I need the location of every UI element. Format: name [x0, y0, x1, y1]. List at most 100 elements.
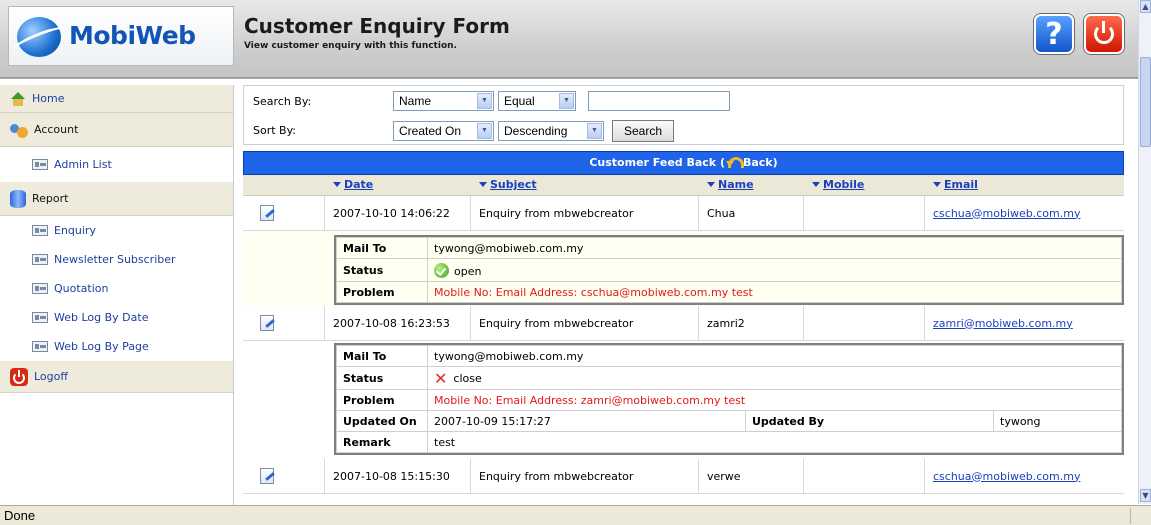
page-title: Customer Enquiry Form: [244, 14, 510, 38]
globe-icon: [17, 17, 61, 57]
results-table: Customer Feed Back ( Back) Date Subject N…: [243, 151, 1124, 494]
record-detail: Mail To tywong@mobiweb.com.my Status ✕ clos…: [243, 341, 1124, 459]
email-link[interactable]: cschua@mobiweb.com.my: [925, 196, 1124, 230]
results-banner-title: Customer Feed Back (: [589, 156, 725, 169]
app-header: MobiWeb Customer Enquiry Form View custo…: [0, 0, 1138, 78]
detail-label: Status: [336, 258, 428, 282]
date-cell: 2007-10-08 16:23:53: [325, 306, 471, 340]
subject-cell: Enquiry from mbwebcreator: [471, 196, 699, 230]
status-value: open: [454, 264, 482, 278]
email-link[interactable]: cschua@mobiweb.com.my: [925, 459, 1124, 493]
email-link[interactable]: zamri@mobiweb.com.my: [925, 306, 1124, 340]
chevron-down-icon[interactable]: ▼: [559, 93, 574, 109]
search-field-select[interactable]: Name ▼: [393, 91, 494, 111]
sidebar-item-report[interactable]: Report: [0, 182, 233, 216]
edit-cell[interactable]: [243, 196, 325, 230]
remark-value: test: [427, 431, 1122, 453]
status-divider: [1130, 508, 1131, 524]
sidebar: Home Account Admin List Report Enquiry N…: [0, 85, 234, 506]
sidebar-item-logoff[interactable]: Logoff: [0, 361, 233, 393]
table-row: 2007-10-08 16:23:53 Enquiry from mbwebcr…: [243, 306, 1124, 341]
search-button[interactable]: Search: [612, 120, 674, 142]
sidebar-item-web-log-by-page[interactable]: Web Log By Page: [0, 332, 233, 361]
sort-desc-icon: [479, 182, 487, 187]
detail-label: Updated On: [336, 410, 428, 432]
edit-document-icon[interactable]: [260, 205, 274, 221]
name-cell: zamri2: [699, 306, 804, 340]
list-icon: [32, 159, 48, 170]
edit-cell[interactable]: [243, 306, 325, 340]
mail-to-value: tywong@mobiweb.com.my: [427, 237, 1122, 259]
chevron-down-icon[interactable]: ▼: [477, 123, 492, 139]
database-icon: [10, 189, 26, 208]
chevron-down-icon[interactable]: ▼: [477, 93, 492, 109]
sidebar-item-web-log-by-date[interactable]: Web Log By Date: [0, 303, 233, 332]
status-value: close: [453, 371, 482, 385]
scrollbar-thumb[interactable]: [1140, 57, 1151, 147]
chevron-down-icon[interactable]: ▼: [587, 123, 602, 139]
sort-desc-icon: [933, 182, 941, 187]
back-link[interactable]: Back): [743, 156, 778, 169]
edit-document-icon[interactable]: [260, 315, 274, 331]
date-cell: 2007-10-08 15:15:30: [325, 459, 471, 493]
logout-button[interactable]: [1084, 14, 1124, 54]
column-header-email[interactable]: Email: [925, 175, 1124, 195]
mobiweb-logo[interactable]: MobiWeb: [8, 6, 234, 66]
sort-by-label: Sort By:: [253, 124, 297, 137]
column-header-subject[interactable]: Subject: [471, 175, 699, 195]
column-header-label: Name: [718, 178, 754, 191]
home-icon: [10, 91, 26, 106]
page-subtitle: View customer enquiry with this function…: [244, 41, 457, 51]
power-icon: [10, 367, 28, 386]
detail-label: Mail To: [336, 237, 428, 259]
updated-on-value: 2007-10-09 15:17:27: [427, 410, 746, 432]
search-keyword-input[interactable]: [588, 91, 730, 111]
check-icon: [434, 262, 449, 278]
column-header-label: Subject: [490, 178, 537, 191]
sort-desc-icon: [333, 182, 341, 187]
sort-field-value: Created On: [399, 124, 462, 138]
sidebar-item-label: Report: [32, 192, 69, 205]
subject-cell: Enquiry from mbwebcreator: [471, 306, 699, 340]
sort-field-select[interactable]: Created On ▼: [393, 121, 494, 141]
help-button[interactable]: ?: [1034, 14, 1074, 54]
scroll-down-icon[interactable]: ▼: [1140, 489, 1151, 502]
header-divider: [0, 78, 1138, 83]
column-header-label: Email: [944, 178, 978, 191]
sidebar-item-account[interactable]: Account: [0, 113, 233, 147]
main-content: Search By: Name ▼ Equal ▼ Sort By: Creat…: [243, 85, 1126, 506]
sidebar-item-label: Logoff: [34, 370, 68, 383]
search-field-value: Name: [399, 94, 432, 108]
detail-label: Status: [336, 366, 428, 390]
close-x-icon: ✕: [434, 368, 448, 388]
edit-document-icon[interactable]: [260, 468, 274, 484]
list-icon: [32, 283, 48, 294]
sidebar-item-admin-list[interactable]: Admin List: [0, 147, 233, 182]
detail-label: Problem: [336, 389, 428, 411]
column-header-label: Date: [344, 178, 374, 191]
column-header-label: Mobile: [823, 178, 865, 191]
mobile-cell: [804, 306, 925, 340]
column-header-date[interactable]: Date: [325, 175, 471, 195]
list-icon: [32, 341, 48, 352]
back-arrow-icon[interactable]: [725, 155, 744, 168]
column-header-mobile[interactable]: Mobile: [804, 175, 925, 195]
sidebar-item-label: Account: [34, 123, 79, 136]
sidebar-item-enquiry[interactable]: Enquiry: [0, 216, 233, 245]
column-header-name[interactable]: Name: [699, 175, 804, 195]
logo-text: MobiWeb: [69, 21, 196, 50]
column-header-row: Date Subject Name Mobile Email: [243, 175, 1124, 196]
updated-by-value: tywong: [993, 410, 1122, 432]
sidebar-item-newsletter-subscriber[interactable]: Newsletter Subscriber: [0, 245, 233, 274]
sort-order-select[interactable]: Descending ▼: [498, 121, 604, 141]
sidebar-item-home[interactable]: Home: [0, 85, 233, 113]
mail-to-value: tywong@mobiweb.com.my: [427, 345, 1122, 367]
results-banner: Customer Feed Back ( Back): [243, 151, 1124, 175]
edit-cell[interactable]: [243, 459, 325, 493]
vertical-scrollbar[interactable]: ▲ ▼: [1138, 0, 1151, 504]
list-icon: [32, 312, 48, 323]
detail-label: Problem: [336, 281, 428, 303]
search-operator-select[interactable]: Equal ▼: [498, 91, 576, 111]
scroll-up-icon[interactable]: ▲: [1140, 0, 1151, 13]
sidebar-item-quotation[interactable]: Quotation: [0, 274, 233, 303]
